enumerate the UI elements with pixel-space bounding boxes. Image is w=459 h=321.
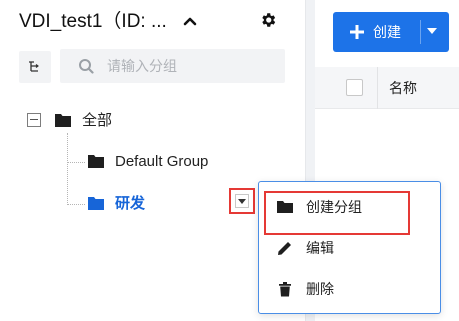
create-button[interactable]: 创建	[333, 12, 449, 52]
chevron-up-icon[interactable]	[182, 12, 198, 30]
button-separator	[420, 20, 421, 44]
tree-node-default-group[interactable]: Default Group	[115, 152, 208, 172]
group-search-input[interactable]	[105, 49, 275, 83]
folder-icon	[55, 114, 71, 127]
collapse-toggle[interactable]	[27, 113, 41, 127]
group-tree-panel: VDI_test1（ID: ... 全部	[0, 0, 300, 321]
folder-icon	[88, 197, 104, 210]
search-icon	[79, 59, 94, 74]
create-button-label: 创建	[373, 24, 401, 40]
select-all-checkbox[interactable]	[346, 79, 363, 96]
menu-item-delete[interactable]: 删除	[260, 269, 440, 309]
caret-down-icon	[238, 199, 246, 204]
group-search-box	[60, 49, 285, 83]
table-header: 名称	[315, 67, 459, 109]
pencil-icon	[278, 242, 291, 255]
menu-item-label: 编辑	[306, 240, 334, 256]
menu-item-edit[interactable]: 编辑	[260, 228, 440, 268]
tree-node-rd[interactable]: 研发	[115, 194, 145, 214]
column-header-name[interactable]: 名称	[389, 67, 417, 109]
panel-title: VDI_test1（ID: ...	[19, 11, 167, 32]
tree-connector	[67, 162, 85, 163]
tree-connector	[67, 133, 68, 205]
caret-down-icon[interactable]	[427, 28, 437, 34]
folder-icon	[88, 155, 104, 168]
tree-node-all[interactable]: 全部	[82, 111, 112, 131]
trash-icon	[279, 282, 291, 297]
tree-structure-icon	[29, 61, 39, 72]
dropdown-box	[235, 194, 249, 208]
gear-icon[interactable]	[259, 11, 277, 29]
node-context-menu: 创建分组 编辑 删除	[258, 181, 441, 314]
tree-view-toggle-button[interactable]	[19, 51, 51, 83]
tree-connector	[67, 204, 85, 205]
folder-icon	[277, 201, 293, 213]
screen: VDI_test1（ID: ... 全部	[0, 0, 459, 321]
menu-item-label: 删除	[306, 281, 334, 297]
node-actions-dropdown-button[interactable]	[229, 188, 255, 214]
menu-item-create-group[interactable]: 创建分组	[260, 187, 440, 227]
column-divider	[377, 67, 378, 109]
plus-icon	[350, 25, 364, 39]
menu-item-label: 创建分组	[306, 199, 362, 215]
